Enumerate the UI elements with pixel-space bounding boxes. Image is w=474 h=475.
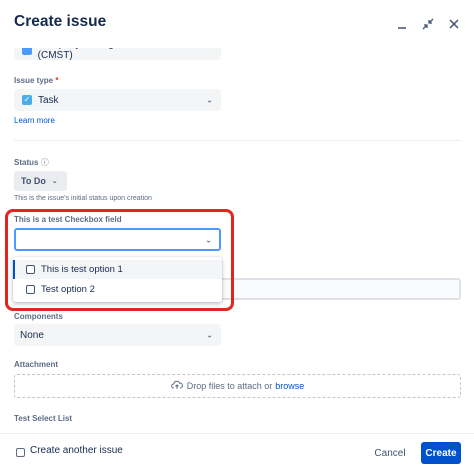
chevron-down-icon: ⌄ [205,235,212,244]
dialog-title: Create issue [14,13,107,30]
create-button[interactable]: Create [421,442,461,464]
learn-more-link[interactable]: Learn more [14,116,55,125]
chevron-down-icon: ⌄ [206,95,213,105]
minimize-icon[interactable] [392,14,412,34]
dialog-header: Create issue [0,0,474,48]
issue-type-select[interactable]: ✓ Task ⌄ [14,89,221,111]
status-button[interactable]: To Do ⌄ [14,171,67,191]
attachment-label: Attachment [14,360,59,369]
checkbox-field-input[interactable]: ⌄ [14,228,221,251]
create-another-label: Create another issue [30,445,123,456]
issue-type-label: Issue type * [14,76,59,85]
attachment-dropzone[interactable]: Drop files to attach or browse [14,374,461,398]
checkbox-option-1[interactable]: This is test option 1 [13,260,222,279]
project-icon [22,48,32,55]
divider [14,140,461,141]
checkbox-icon [26,265,35,274]
cancel-button[interactable]: Cancel [366,442,414,464]
chevron-down-icon: ⌄ [206,330,213,340]
create-another-checkbox[interactable] [16,448,25,457]
close-icon[interactable] [444,14,464,34]
status-label: Status ⓘ [14,158,49,167]
browse-link[interactable]: browse [275,381,304,391]
checkbox-field-label: This is a test Checkbox field [14,215,122,224]
project-value: Company Managed Subtasks Test (CMST) [37,48,190,61]
collapse-icon[interactable] [418,14,438,34]
upload-cloud-icon [170,380,183,393]
issue-type-value: Task [38,94,59,106]
status-help-text: This is the issue's initial status upon … [14,195,152,202]
task-icon: ✓ [22,95,32,105]
dialog-footer: Create another issue Cancel Create [0,433,474,475]
obscured-text-field[interactable] [222,278,461,300]
components-value: None [20,329,44,341]
dialog-body: Company Managed Subtasks Test (CMST) Iss… [0,48,474,433]
test-select-label: Test Select List [14,414,73,423]
components-label: Components [14,312,63,321]
info-icon: ⓘ [40,158,49,167]
components-select[interactable]: None ⌄ [14,324,221,346]
checkbox-option-2[interactable]: Test option 2 [13,280,222,299]
checkbox-icon [26,285,35,294]
checkbox-options-menu: This is test option 1 Test option 2 [13,257,222,302]
project-select[interactable]: Company Managed Subtasks Test (CMST) [14,48,221,61]
chevron-down-icon: ⌄ [51,178,58,185]
